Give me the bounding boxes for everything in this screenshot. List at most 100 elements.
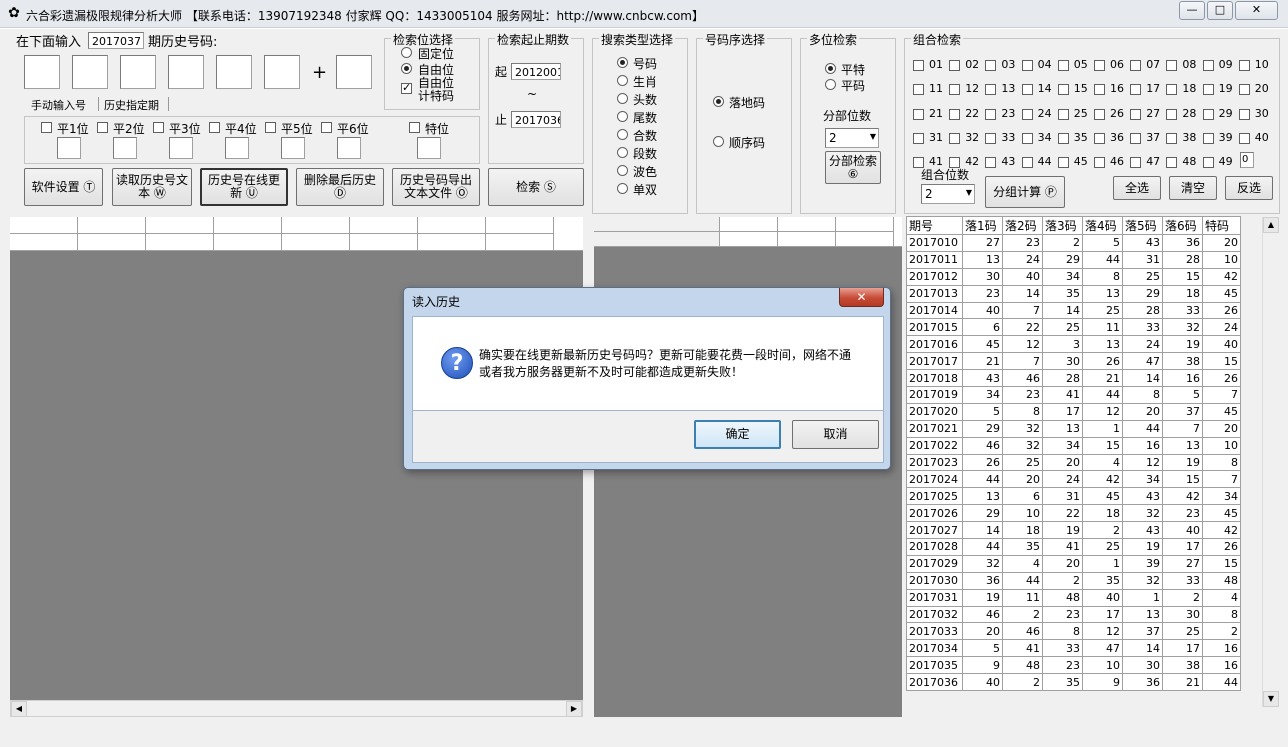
number-input-5[interactable] [216,55,252,89]
combo-number-checkbox[interactable] [1021,157,1033,169]
table-row[interactable]: 2017013 23 14 35 13 29 18 45 [906,284,1241,303]
tab-manual-input[interactable]: 手动输入号 [31,97,86,113]
clear-button[interactable]: 清空 [1169,176,1217,200]
combo-number-checkbox[interactable] [1130,132,1142,144]
table-row[interactable]: 2017022 46 32 34 15 16 13 10 [906,436,1241,455]
number-input-2[interactable] [72,55,108,89]
combo-number-checkbox[interactable] [949,108,961,120]
flat-4-input[interactable] [225,137,249,159]
combo-number-checkbox[interactable] [949,60,961,71]
flat-5-checkbox[interactable] [265,122,276,133]
table-row[interactable]: 2017015 6 22 25 11 33 32 24 [906,318,1241,337]
search-button[interactable]: 检索 Ⓢ [488,168,584,206]
read-history-button[interactable]: 读取历史号文 本 Ⓦ [112,168,192,206]
column-header-n1[interactable]: 落1码 [962,216,1003,235]
type-oddeven-radio[interactable] [617,183,628,194]
cancel-button[interactable]: 取消 [792,420,879,449]
flat-6-checkbox[interactable] [321,122,332,133]
dialog-close-button[interactable]: ✕ [839,288,884,307]
minimize-button[interactable]: — [1179,1,1205,20]
delete-last-history-button[interactable]: 删除最后历史 Ⓓ [296,168,384,206]
combo-number-checkbox[interactable] [913,84,924,96]
combo-number-checkbox[interactable] [1057,60,1069,71]
table-row[interactable]: 2017028 44 35 41 25 19 17 26 [906,538,1241,556]
combo-number-checkbox[interactable] [1130,60,1142,71]
flat-1-checkbox[interactable] [41,122,52,133]
combo-number-checkbox[interactable] [1166,84,1178,96]
combo-number-checkbox[interactable] [985,84,997,96]
table-row[interactable]: 2017029 32 4 20 1 39 27 15 [906,554,1241,573]
start-period-input[interactable]: 2012001 [511,63,561,80]
combo-number-checkbox[interactable] [913,60,924,71]
combo-number-checkbox[interactable] [1021,60,1033,71]
combo-number-checkbox[interactable] [1094,60,1105,71]
combo-number-checkbox[interactable] [1094,157,1105,169]
table-row[interactable]: 2017018 43 46 28 21 14 16 26 [906,369,1241,388]
fixed-position-radio[interactable] [401,47,412,58]
table-row[interactable]: 2017031 19 11 48 40 1 2 4 [906,588,1241,607]
combo-number-checkbox[interactable] [1130,84,1142,96]
ok-button[interactable]: 确定 [694,420,781,449]
table-row[interactable]: 2017026 29 10 22 18 32 23 45 [906,504,1241,523]
special-position-input[interactable] [417,137,441,159]
free-special-checkbox[interactable] [401,81,412,94]
combo-number-checkbox[interactable] [985,60,997,71]
special-number-input[interactable] [336,55,372,89]
horizontal-scrollbar[interactable]: ◀ ▶ [10,700,583,717]
combo-number-checkbox[interactable] [1238,60,1250,71]
settings-button[interactable]: 软件设置 Ⓣ [24,168,103,206]
order-sequence-radio[interactable] [713,136,724,147]
flat-1-input[interactable] [57,137,81,159]
combo-digits-select[interactable]: 2 ▼ [921,184,975,204]
multi-flat-special-radio[interactable] [825,63,836,74]
table-row[interactable]: 2017030 36 44 2 35 32 33 48 [906,571,1241,590]
free-position-radio[interactable] [401,63,412,74]
column-header-n6[interactable]: 落6码 [1162,216,1203,235]
combo-number-checkbox[interactable] [1202,84,1214,96]
type-color-radio[interactable] [617,165,628,176]
combo-number-checkbox[interactable] [1057,132,1069,144]
combo-number-checkbox[interactable] [1202,157,1214,169]
type-number-radio[interactable] [617,57,628,68]
combo-number-checkbox[interactable] [1057,84,1069,96]
number-input-1[interactable] [24,55,60,89]
flat-3-checkbox[interactable] [153,122,164,133]
multi-digits-select[interactable]: 2 ▼ [825,128,879,148]
scroll-right-icon[interactable]: ▶ [566,701,582,717]
table-row[interactable]: 2017017 21 7 30 26 47 38 15 [906,352,1241,371]
combo-number-checkbox[interactable] [1094,84,1105,96]
combo-number-checkbox[interactable] [985,157,997,169]
update-online-button[interactable]: 历史号在线更 新 Ⓤ [200,168,288,206]
multi-flat-code-radio[interactable] [825,79,836,90]
number-input-4[interactable] [168,55,204,89]
table-row[interactable]: 2017024 44 20 24 42 34 15 7 [906,470,1241,489]
type-segment-radio[interactable] [617,147,628,158]
special-position-checkbox[interactable] [409,122,420,133]
combo-number-checkbox[interactable] [1130,108,1142,120]
column-header-n4[interactable]: 落4码 [1082,216,1123,235]
combo-number-checkbox[interactable] [1238,132,1250,144]
combo-number-checkbox[interactable] [913,108,924,120]
combo-number-checkbox[interactable] [1057,108,1069,120]
combo-number-checkbox[interactable] [1166,108,1178,120]
scroll-left-icon[interactable]: ◀ [11,701,27,717]
combo-number-checkbox[interactable] [1166,132,1178,144]
table-row[interactable]: 2017023 26 25 20 4 12 19 8 [906,453,1241,472]
end-period-input[interactable]: 2017036 [511,111,561,128]
order-landing-radio[interactable] [713,96,724,107]
combo-number-checkbox[interactable] [1094,132,1105,144]
table-row[interactable]: 2017012 30 40 34 8 25 15 42 [906,267,1241,286]
flat-2-checkbox[interactable] [97,122,108,133]
table-row[interactable]: 2017011 13 24 29 44 31 28 10 [906,250,1241,269]
combo-number-checkbox[interactable] [1202,132,1214,144]
scroll-up-icon[interactable]: ▲ [1263,217,1279,233]
scroll-down-icon[interactable]: ▼ [1263,691,1279,707]
column-header-n3[interactable]: 落3码 [1042,216,1083,235]
tab-history-period[interactable]: 历史指定期 [104,97,159,113]
invert-button[interactable]: 反选 [1225,176,1273,200]
combo-number-checkbox[interactable] [1130,157,1142,169]
table-row[interactable]: 2017025 13 6 31 45 43 42 34 [906,487,1241,506]
combo-number-checkbox[interactable] [1202,60,1214,71]
table-row[interactable]: 2017034 5 41 33 47 14 17 16 [906,639,1241,658]
combo-number-checkbox[interactable] [1021,108,1033,120]
